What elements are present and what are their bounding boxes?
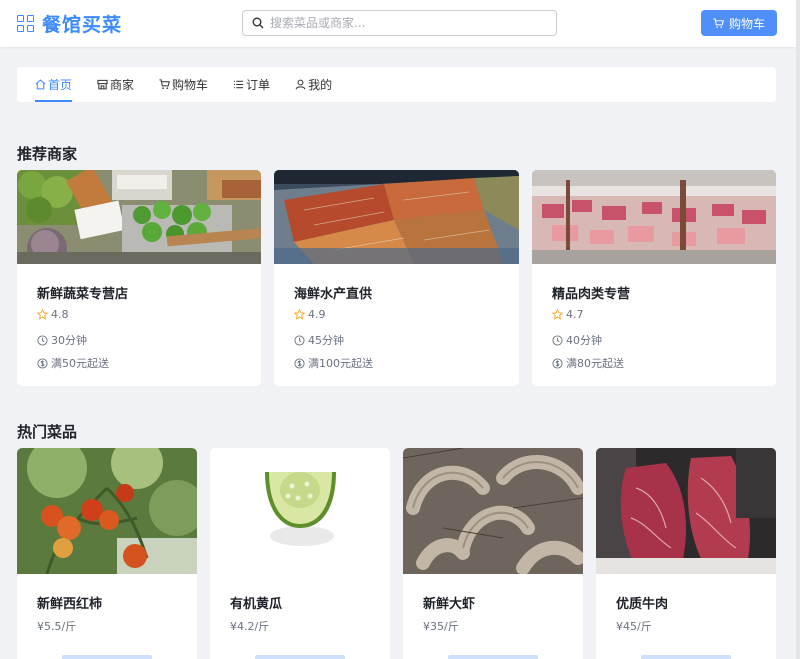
shop-name: 海鲜水产直供	[294, 287, 373, 302]
shop-rating: 4.9	[294, 308, 326, 321]
shop-delivery-time: 30分钟	[37, 332, 87, 348]
nav-tab-label: 我的	[308, 78, 333, 92]
beef-photo	[596, 448, 776, 574]
dish-price: ¥35/斤	[423, 620, 459, 633]
store-icon	[97, 79, 108, 90]
cart-button-label: 购物车	[728, 16, 765, 31]
dish-card[interactable]: 有机黄瓜 ¥4.2/斤	[210, 448, 390, 659]
cucumber-photo	[210, 448, 390, 574]
search-input[interactable]	[270, 16, 550, 30]
dish-card[interactable]: 新鲜大虾 ¥35/斤	[403, 448, 583, 659]
dollar-icon	[552, 357, 563, 369]
search-box[interactable]	[242, 10, 557, 36]
add-to-cart-button[interactable]	[62, 655, 152, 659]
dish-price: ¥45/斤	[616, 620, 652, 633]
grid-icon	[17, 14, 34, 32]
delivery-time: 30分钟	[51, 334, 87, 347]
dish-card[interactable]: 优质牛肉 ¥45/斤	[596, 448, 776, 659]
scrollbar[interactable]	[796, 0, 800, 659]
shop-rating: 4.8	[37, 308, 69, 321]
cart-icon	[159, 79, 170, 89]
shop-delivery-time: 40分钟	[552, 332, 602, 348]
clock-icon	[294, 334, 305, 346]
section-title-hot: 热门菜品	[17, 423, 78, 441]
min-order: 满100元起送	[308, 357, 373, 370]
clock-icon	[552, 334, 563, 346]
delivery-time: 40分钟	[566, 334, 602, 347]
add-to-cart-button[interactable]	[255, 655, 345, 659]
nav-tab-profile[interactable]: 我的	[295, 67, 332, 102]
dish-name: 优质牛肉	[616, 597, 669, 612]
cart-icon	[713, 17, 724, 28]
nav-tab-label: 商家	[110, 78, 135, 92]
nav-tab-label: 首页	[48, 78, 73, 92]
shop-delivery-time: 45分钟	[294, 332, 344, 348]
nav-tab-cart[interactable]: 购物车	[159, 67, 208, 102]
nav-tab-label: 订单	[246, 78, 271, 92]
add-to-cart-button[interactable]	[641, 655, 731, 659]
nav-tab-shops[interactable]: 商家	[97, 67, 134, 102]
dish-name: 新鲜西红柿	[37, 597, 103, 612]
shop-rating: 4.7	[552, 308, 584, 321]
nav-tab-home[interactable]: 首页	[35, 67, 73, 102]
list-icon	[233, 80, 244, 89]
rating-value: 4.7	[566, 308, 584, 321]
main-nav: 首页 商家 购物车 订单 我的	[17, 67, 776, 102]
dollar-icon	[37, 357, 48, 369]
shop-name: 精品肉类专营	[552, 287, 631, 302]
nav-tab-orders[interactable]: 订单	[233, 67, 270, 102]
cart-button[interactable]: 购物车	[701, 10, 777, 36]
min-order: 满80元起送	[566, 357, 624, 370]
clock-icon	[37, 334, 48, 346]
min-order: 满50元起送	[51, 357, 109, 370]
shop-min-order: 满80元起送	[552, 355, 624, 371]
top-header: 餐馆买菜 购物车	[0, 0, 796, 47]
shop-name: 新鲜蔬菜专营店	[37, 287, 129, 302]
rating-value: 4.8	[51, 308, 69, 321]
dish-name: 有机黄瓜	[230, 597, 283, 612]
dollar-icon	[294, 357, 305, 369]
shrimp-photo	[403, 448, 583, 574]
brand-logo[interactable]: 餐馆买菜	[17, 11, 123, 36]
search-icon	[252, 17, 264, 29]
add-to-cart-button[interactable]	[448, 655, 538, 659]
dish-card[interactable]: 新鲜西红柿 ¥5.5/斤	[17, 448, 197, 659]
delivery-time: 45分钟	[308, 334, 344, 347]
home-icon	[35, 79, 46, 90]
shop-card[interactable]: 精品肉类专营 4.7 40分钟 满80元起送	[532, 170, 776, 386]
dish-price: ¥5.5/斤	[37, 620, 77, 633]
tomato-photo	[17, 448, 197, 574]
rating-value: 4.9	[308, 308, 326, 321]
meat-counter-photo	[532, 170, 776, 264]
shop-card[interactable]: 新鲜蔬菜专营店 4.8 30分钟 满50元起送	[17, 170, 261, 386]
nav-tab-label: 购物车	[172, 78, 209, 92]
star-icon	[294, 309, 305, 320]
section-title-recommended: 推荐商家	[17, 145, 78, 163]
brand-name: 餐馆买菜	[42, 13, 123, 36]
star-icon	[552, 309, 563, 320]
shop-min-order: 满100元起送	[294, 355, 373, 371]
vegetable-market-photo	[17, 170, 261, 264]
user-icon	[295, 79, 306, 90]
shop-min-order: 满50元起送	[37, 355, 109, 371]
dish-name: 新鲜大虾	[423, 597, 476, 612]
seafood-market-photo	[274, 170, 519, 264]
shop-card[interactable]: 海鲜水产直供 4.9 45分钟 满100元起送	[274, 170, 519, 386]
star-icon	[37, 309, 48, 320]
dish-price: ¥4.2/斤	[230, 620, 270, 633]
